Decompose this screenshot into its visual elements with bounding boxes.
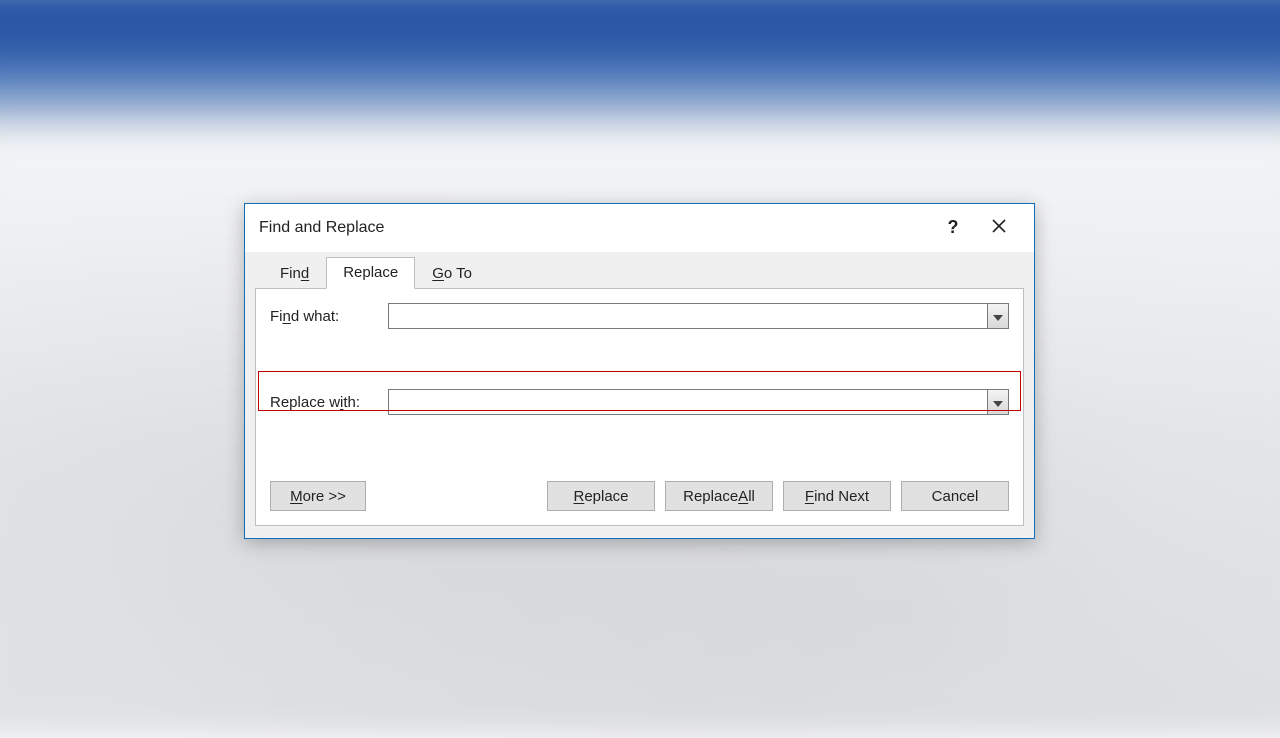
find-what-combo bbox=[388, 303, 1009, 329]
find-what-input[interactable] bbox=[388, 303, 987, 329]
tab-replace[interactable]: Replace bbox=[326, 257, 415, 289]
replace-with-combo bbox=[388, 389, 1009, 415]
replace-all-button[interactable]: Replace All bbox=[665, 481, 773, 511]
replace-with-label: Replace with: bbox=[270, 394, 388, 411]
dialog-body: Find Replace Go To Find what: bbox=[245, 252, 1034, 538]
find-what-label: Find what: bbox=[270, 308, 388, 325]
find-what-row: Find what: bbox=[270, 303, 1009, 329]
replace-with-dropdown-button[interactable] bbox=[987, 389, 1009, 415]
replace-panel: Find what: Replace with: bbox=[255, 288, 1024, 526]
dialog-titlebar: Find and Replace ? bbox=[245, 204, 1034, 252]
close-icon bbox=[992, 219, 1006, 237]
help-icon: ? bbox=[948, 217, 959, 238]
find-and-replace-dialog: Find and Replace ? Find Replace Go To bbox=[244, 203, 1035, 539]
replace-button[interactable]: Replace bbox=[547, 481, 655, 511]
cancel-button[interactable]: Cancel bbox=[901, 481, 1009, 511]
find-what-dropdown-button[interactable] bbox=[987, 303, 1009, 329]
button-row: More >> Replace Replace All Find Next Ca… bbox=[270, 475, 1009, 511]
replace-with-input[interactable] bbox=[388, 389, 987, 415]
tab-go-to[interactable]: Go To bbox=[415, 258, 489, 289]
tab-find[interactable]: Find bbox=[263, 258, 326, 289]
find-next-button[interactable]: Find Next bbox=[783, 481, 891, 511]
help-button[interactable]: ? bbox=[930, 212, 976, 244]
dialog-title: Find and Replace bbox=[259, 219, 930, 237]
tab-bar: Find Replace Go To bbox=[255, 252, 1024, 288]
chevron-down-icon bbox=[993, 308, 1003, 325]
chevron-down-icon bbox=[993, 394, 1003, 411]
more-button[interactable]: More >> bbox=[270, 481, 366, 511]
replace-with-row: Replace with: bbox=[270, 389, 1009, 415]
close-button[interactable] bbox=[976, 212, 1022, 244]
